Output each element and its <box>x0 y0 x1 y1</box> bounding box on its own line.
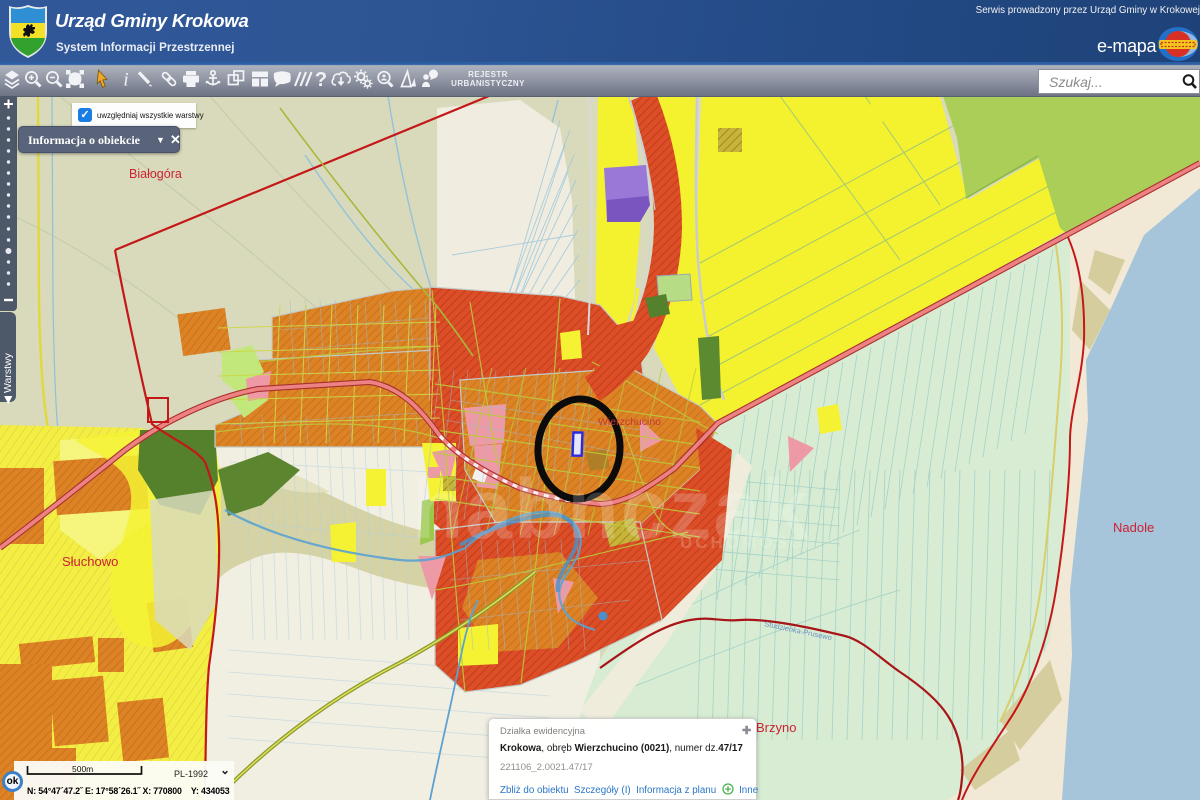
svg-text:Brzyno: Brzyno <box>756 720 796 735</box>
svg-text:i: i <box>123 70 128 91</box>
svg-text:Nadole: Nadole <box>1113 520 1154 535</box>
svg-text:?: ? <box>315 69 327 91</box>
svg-text:Białogóra: Białogóra <box>129 167 182 181</box>
svg-text:UCHOMOŚCI: UCHOMOŚCI <box>680 533 813 552</box>
svg-text:Słuchowo: Słuchowo <box>62 554 118 569</box>
svg-text:Wierzchucino: Wierzchucino <box>598 416 661 428</box>
